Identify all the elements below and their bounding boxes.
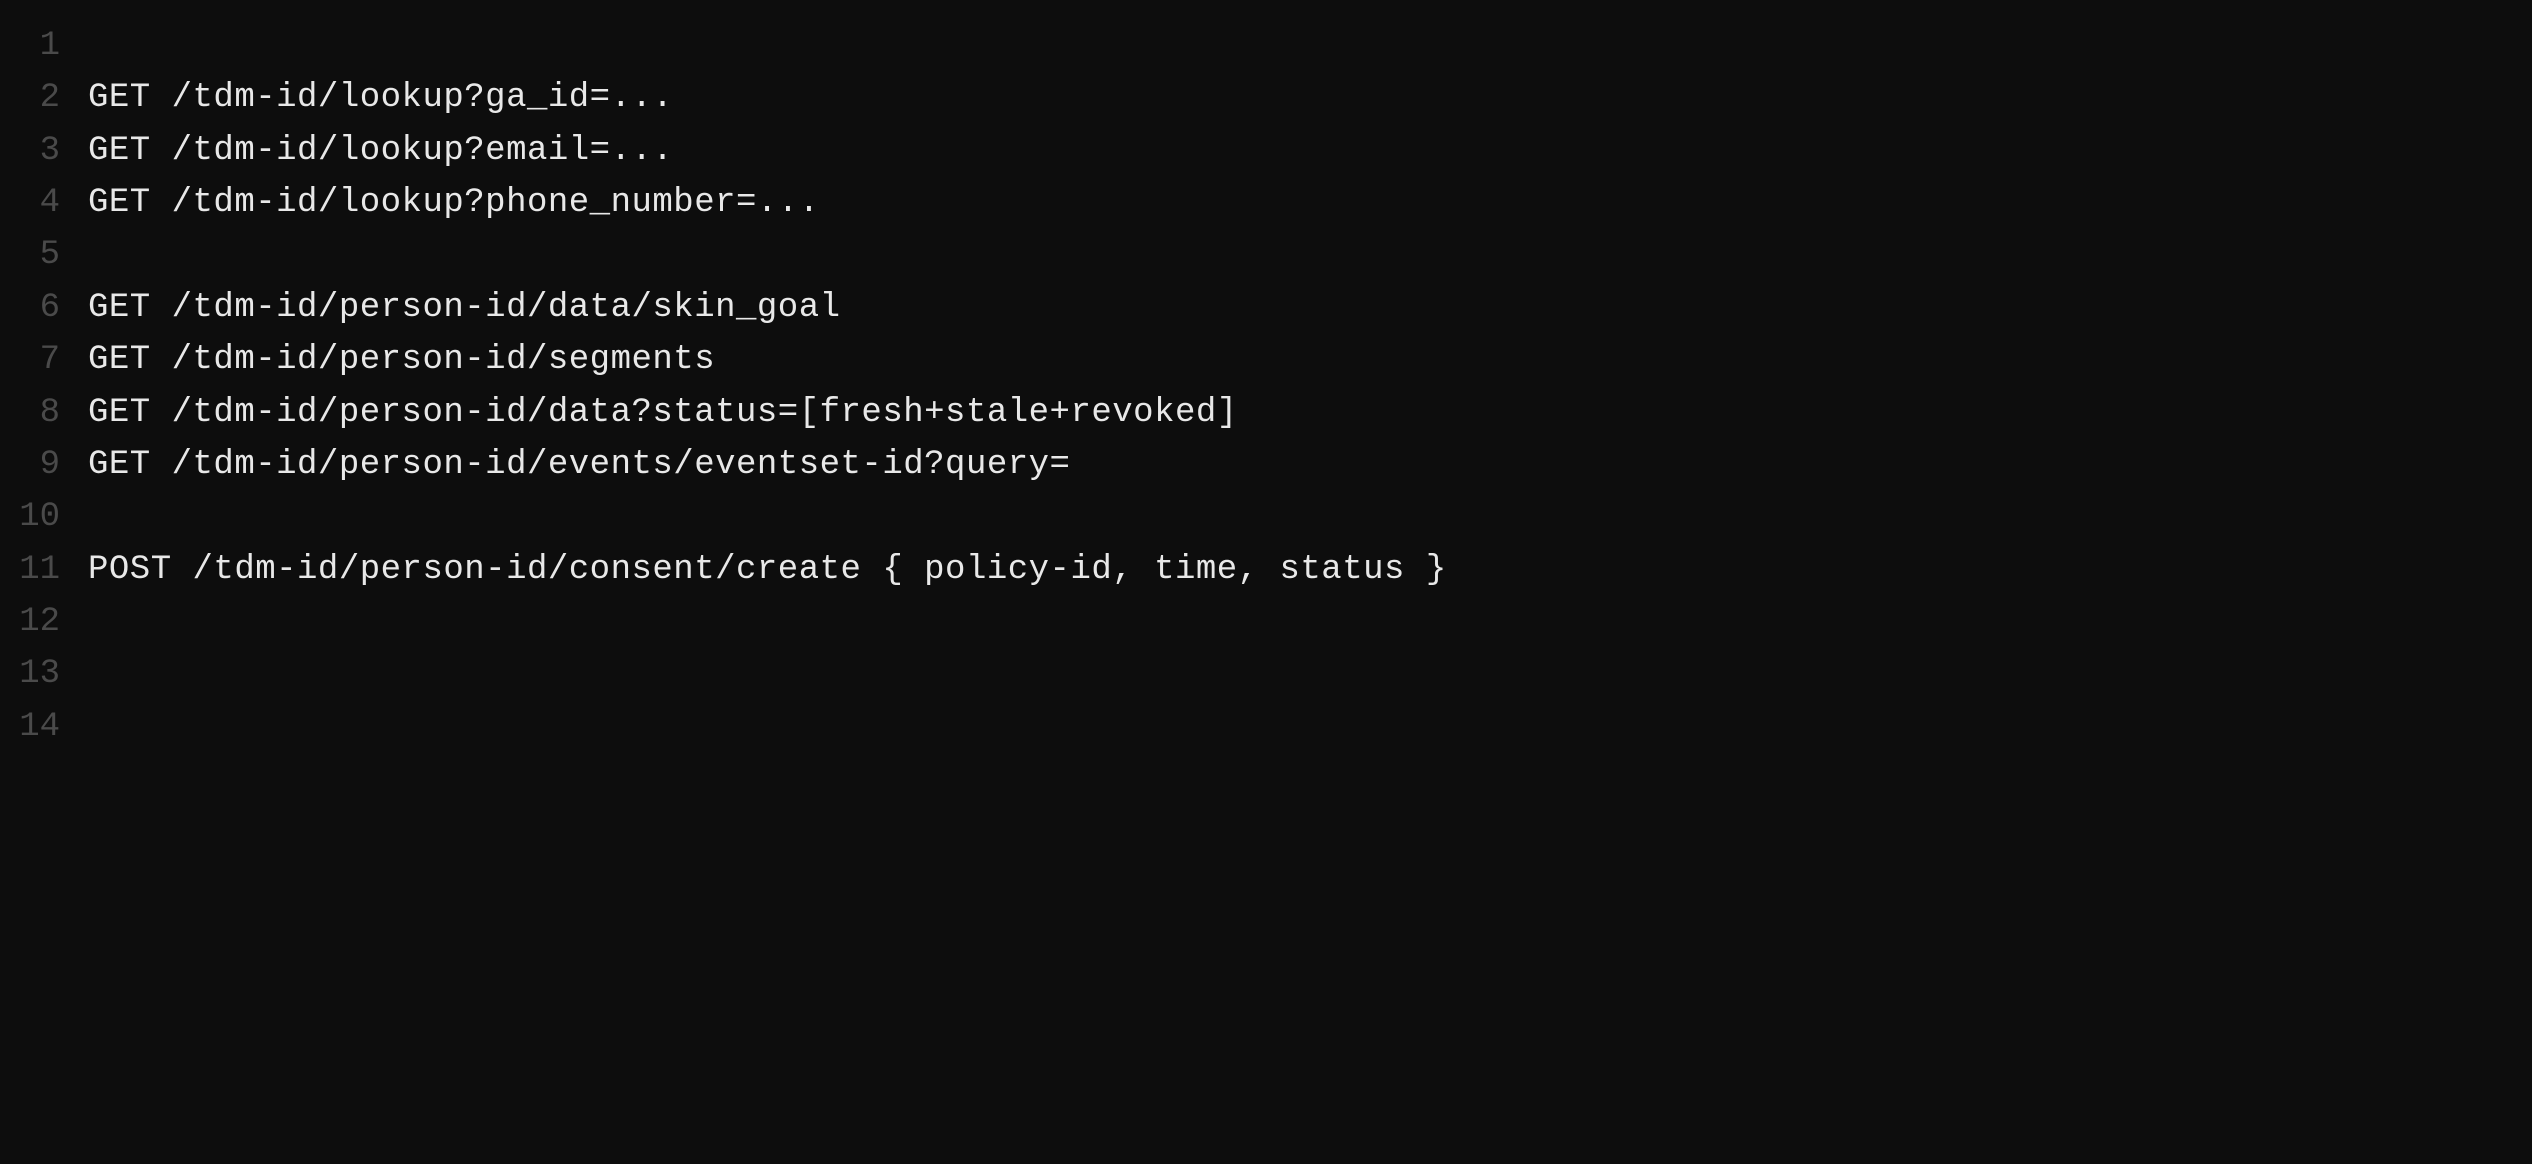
line-content: GET /tdm-id/lookup?email=... <box>88 125 673 177</box>
line-number: 7 <box>0 334 88 386</box>
line-number: 12 <box>0 596 88 648</box>
line-number: 11 <box>0 544 88 596</box>
line-number: 13 <box>0 648 88 700</box>
code-line[interactable]: 8 GET /tdm-id/person-id/data?status=[fre… <box>0 387 2532 439</box>
line-number: 9 <box>0 439 88 491</box>
line-content: POST /tdm-id/person-id/consent/create { … <box>88 544 1447 596</box>
line-content: GET /tdm-id/lookup?ga_id=... <box>88 72 673 124</box>
code-line[interactable]: 3 GET /tdm-id/lookup?email=... <box>0 125 2532 177</box>
line-content: GET /tdm-id/person-id/data?status=[fresh… <box>88 387 1238 439</box>
code-line[interactable]: 9 GET /tdm-id/person-id/events/eventset-… <box>0 439 2532 491</box>
line-content: GET /tdm-id/person-id/data/skin_goal <box>88 282 841 334</box>
code-editor[interactable]: 1 2 GET /tdm-id/lookup?ga_id=... 3 GET /… <box>0 20 2532 753</box>
line-number: 3 <box>0 125 88 177</box>
code-line[interactable]: 12 <box>0 596 2532 648</box>
code-line[interactable]: 2 GET /tdm-id/lookup?ga_id=... <box>0 72 2532 124</box>
code-line[interactable]: 6 GET /tdm-id/person-id/data/skin_goal <box>0 282 2532 334</box>
line-number: 6 <box>0 282 88 334</box>
line-number: 5 <box>0 229 88 281</box>
code-line[interactable]: 13 <box>0 648 2532 700</box>
line-content: GET /tdm-id/person-id/segments <box>88 334 715 386</box>
code-line[interactable]: 5 <box>0 229 2532 281</box>
line-number: 14 <box>0 701 88 753</box>
code-line[interactable]: 11 POST /tdm-id/person-id/consent/create… <box>0 544 2532 596</box>
line-number: 1 <box>0 20 88 72</box>
code-line[interactable]: 1 <box>0 20 2532 72</box>
line-number: 4 <box>0 177 88 229</box>
line-content: GET /tdm-id/person-id/events/eventset-id… <box>88 439 1070 491</box>
line-content: GET /tdm-id/lookup?phone_number=... <box>88 177 820 229</box>
code-line[interactable]: 14 <box>0 701 2532 753</box>
line-number: 2 <box>0 72 88 124</box>
line-number: 10 <box>0 491 88 543</box>
code-line[interactable]: 7 GET /tdm-id/person-id/segments <box>0 334 2532 386</box>
code-line[interactable]: 4 GET /tdm-id/lookup?phone_number=... <box>0 177 2532 229</box>
line-number: 8 <box>0 387 88 439</box>
code-line[interactable]: 10 <box>0 491 2532 543</box>
